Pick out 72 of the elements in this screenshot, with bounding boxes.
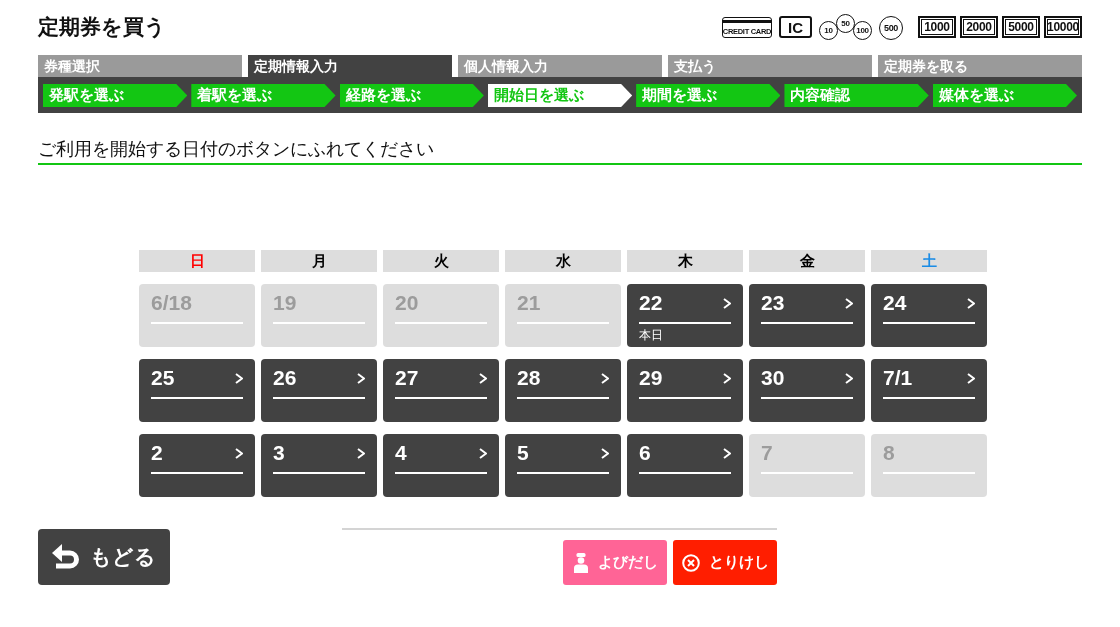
ic-card-mark: IC xyxy=(779,16,812,38)
chevron-right-icon xyxy=(967,372,975,384)
progress-stage: 定期情報入力 xyxy=(248,55,452,77)
today-label: 本日 xyxy=(639,328,663,342)
chevron-right-icon xyxy=(601,372,609,384)
date-button: 8 xyxy=(871,434,987,497)
weekday-header: 月 xyxy=(261,250,377,272)
cancel-icon xyxy=(681,553,700,572)
chevron-right-icon xyxy=(967,297,975,309)
chevron-right-icon xyxy=(235,372,243,384)
date-button[interactable]: 24 xyxy=(871,284,987,347)
chevron-right-icon xyxy=(845,372,853,384)
date-button[interactable]: 22 本日 xyxy=(627,284,743,347)
date-button: 7 xyxy=(749,434,865,497)
weekday-header: 火 xyxy=(383,250,499,272)
chevron-right-icon xyxy=(479,372,487,384)
chevron-right-icon xyxy=(357,372,365,384)
progress-step: 期間を選ぶ xyxy=(636,84,781,107)
cancel-button[interactable]: とりけし xyxy=(673,540,777,585)
progress-stage: 個人情報入力 xyxy=(458,55,662,77)
progress-step: 内容確認 xyxy=(784,84,929,107)
date-button: 20 xyxy=(383,284,499,347)
coin-mark: 50 xyxy=(836,14,855,33)
coin-mark: 10 xyxy=(819,21,838,40)
progress-step: 発駅を選ぶ xyxy=(43,84,188,107)
instruction-text: ご利用を開始する日付のボタンにふれてください xyxy=(38,137,1082,165)
date-button[interactable]: 30 xyxy=(749,359,865,422)
chevron-right-icon xyxy=(845,297,853,309)
weekday-header: 土 xyxy=(871,250,987,272)
date-button[interactable]: 5 xyxy=(505,434,621,497)
date-button: 6/18 xyxy=(139,284,255,347)
date-button[interactable]: 23 xyxy=(749,284,865,347)
progress-step: 媒体を選ぶ xyxy=(932,84,1077,107)
banknote-mark: 10000 xyxy=(1044,16,1082,38)
coin-mark: 100 xyxy=(853,21,872,40)
weekday-header: 日 xyxy=(139,250,255,272)
banknote-mark: 1000 xyxy=(918,16,956,38)
person-icon xyxy=(572,552,589,573)
date-button[interactable]: 27 xyxy=(383,359,499,422)
chevron-right-icon xyxy=(601,447,609,459)
banknote-mark: 5000 xyxy=(1002,16,1040,38)
chevron-right-icon xyxy=(723,297,731,309)
return-arrow-icon xyxy=(52,543,80,571)
back-button[interactable]: もどる xyxy=(38,529,170,585)
page-title: 定期券を買う xyxy=(38,14,166,40)
progress-stage: 券種選択 xyxy=(38,55,242,77)
progress-stage: 定期券を取る xyxy=(878,55,1082,77)
weekday-header: 水 xyxy=(505,250,621,272)
date-button[interactable]: 28 xyxy=(505,359,621,422)
chevron-right-icon xyxy=(479,447,487,459)
date-button[interactable]: 3 xyxy=(261,434,377,497)
weekday-header: 木 xyxy=(627,250,743,272)
chevron-right-icon xyxy=(235,447,243,459)
banknote-mark: 2000 xyxy=(960,16,998,38)
chevron-right-icon xyxy=(357,447,365,459)
weekday-header: 金 xyxy=(749,250,865,272)
date-button[interactable]: 7/1 xyxy=(871,359,987,422)
progress-stage: 支払う xyxy=(668,55,872,77)
progress-step: 着駅を選ぶ xyxy=(191,84,336,107)
chevron-right-icon xyxy=(723,372,731,384)
date-button[interactable]: 26 xyxy=(261,359,377,422)
date-button[interactable]: 2 xyxy=(139,434,255,497)
chevron-right-icon xyxy=(723,447,731,459)
date-button[interactable]: 6 xyxy=(627,434,743,497)
date-button[interactable]: 4 xyxy=(383,434,499,497)
date-button[interactable]: 29 xyxy=(627,359,743,422)
date-button[interactable]: 25 xyxy=(139,359,255,422)
progress-step: 開始日を選ぶ xyxy=(487,84,633,107)
progress-step: 経路を選ぶ xyxy=(339,84,484,107)
coin-mark: 500 xyxy=(879,16,903,40)
date-button: 21 xyxy=(505,284,621,347)
date-button: 19 xyxy=(261,284,377,347)
